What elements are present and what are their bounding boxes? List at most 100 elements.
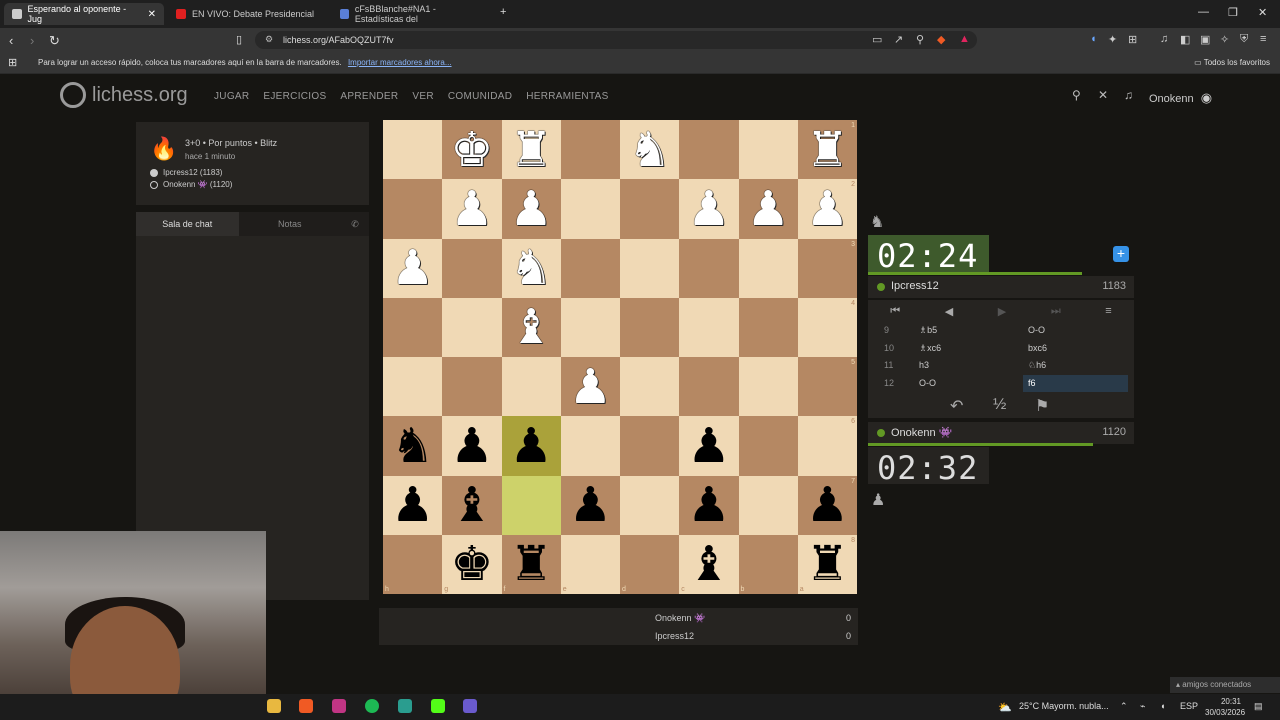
white-rook-icon[interactable]: ♜ [806,126,849,174]
board-square[interactable] [501,357,561,417]
extensions-icon[interactable]: ✦ [1108,33,1117,46]
share-icon[interactable]: ↗ [894,33,903,46]
black-pawn-icon[interactable]: ♟ [806,481,849,529]
black-knight-icon[interactable]: ♞ [391,422,434,470]
board-square[interactable]: e [560,534,620,594]
user-menu[interactable]: Onokenn ◉ [1149,90,1212,106]
white-pawn-icon[interactable]: ♟ [806,185,849,233]
vpn-icon[interactable]: ⛨ [1240,33,1248,46]
url-field[interactable]: ⚙ lichess.org/AFabOQZUT7fv [255,31,977,49]
white-pawn-icon[interactable]: ♟ [450,185,493,233]
board-square[interactable]: 3 [797,238,857,298]
white-pawn-icon[interactable]: ♟ [747,185,790,233]
board-square[interactable] [560,179,620,239]
board-square[interactable] [679,297,739,357]
board-square[interactable]: ♟ 2 [797,179,857,239]
tab-search-icon[interactable]: ⊞ [1128,33,1137,46]
board-square[interactable]: ♟ [679,416,739,476]
board-square[interactable]: d [620,534,680,594]
nav-jugar[interactable]: JUGAR [214,91,249,102]
black-rook-icon[interactable]: ♜ [510,540,553,588]
board-square[interactable] [620,238,680,298]
black-bishop-icon[interactable]: ♝ [450,481,493,529]
takeback-icon[interactable]: ↶ [950,396,963,416]
board-square[interactable]: ♜ 1 [797,120,857,180]
weather-text[interactable]: 25°C Mayorm. nubla... [1019,701,1109,711]
menu-icon[interactable]: ≡ [1260,33,1266,45]
black-move-current[interactable]: f6 [1023,375,1128,392]
prev-move-icon[interactable]: ◀ [945,305,953,318]
board-square[interactable]: 4 [797,297,857,357]
board-square[interactable]: ♚ g [442,534,502,594]
kick-icon[interactable] [431,699,445,713]
browser-tab-2[interactable]: cFsBBlanche#NA1 - Estadísticas del [332,3,492,25]
board-square[interactable] [738,475,798,535]
self-name[interactable]: Onokenn 👾 [891,426,952,439]
white-bishop-icon[interactable]: ♝ [510,303,553,351]
resign-flag-icon[interactable]: ⚑ [1035,396,1049,416]
board-square[interactable] [679,120,739,180]
board-square[interactable] [560,416,620,476]
board-square[interactable]: ♞ [501,238,561,298]
nav-aprender[interactable]: APRENDER [340,91,398,102]
challenge-icon[interactable]: ✕ [1098,88,1108,102]
white-knight-icon[interactable]: ♞ [628,126,671,174]
white-king-icon[interactable]: ♚ [450,126,493,174]
board-square[interactable] [560,120,620,180]
board-square[interactable] [383,179,443,239]
board-square[interactable]: ♟ [442,416,502,476]
browser-tab-1[interactable]: EN VIVO: Debate Presidencial [168,3,328,25]
forward-icon[interactable]: › [30,33,34,48]
nav-herramientas[interactable]: HERRAMIENTAS [526,91,608,102]
board-square[interactable]: h [383,534,443,594]
close-window-icon[interactable]: ✕ [1258,6,1267,19]
board-square[interactable] [620,179,680,239]
search-icon[interactable]: ⚲ [1072,88,1081,102]
board-square[interactable]: 6 [797,416,857,476]
board-square[interactable]: ♜ 8 a [797,534,857,594]
board-square[interactable]: ♟ [738,179,798,239]
file-explorer-icon[interactable] [267,699,281,713]
black-pawn-icon[interactable]: ♟ [687,481,730,529]
board-square[interactable] [560,297,620,357]
last-move-icon[interactable]: ⏭ [1051,305,1061,318]
board-square[interactable]: ♞ [383,416,443,476]
board-square[interactable]: 5 [797,357,857,417]
wallet-icon[interactable]: ▣ [1200,33,1210,46]
black-move[interactable]: O-O [1023,322,1128,339]
board-square[interactable] [442,238,502,298]
lang-indicator[interactable]: ESP [1180,701,1198,711]
board-square[interactable] [620,475,680,535]
white-knight-icon[interactable]: ♞ [510,244,553,292]
board-square[interactable]: ♟ [383,238,443,298]
board-square[interactable]: ♟ [560,475,620,535]
nav-comunidad[interactable]: COMUNIDAD [448,91,512,102]
black-pawn-icon[interactable]: ♟ [687,422,730,470]
board-square[interactable] [620,416,680,476]
black-pawn-icon[interactable]: ♟ [450,422,493,470]
reload-icon[interactable]: ↻ [49,33,60,49]
board-square[interactable]: ♟ [442,179,502,239]
board-square[interactable] [620,297,680,357]
sidebar-icon[interactable]: ◧ [1180,33,1190,46]
first-move-icon[interactable]: ⏮ [890,305,900,318]
board-square[interactable] [738,416,798,476]
white-pawn-icon[interactable]: ♟ [510,185,553,233]
board-square[interactable] [738,357,798,417]
back-icon[interactable]: ‹ [9,33,13,48]
black-move[interactable]: ♘h6 [1023,357,1128,374]
white-pawn-icon[interactable]: ♟ [569,363,612,411]
bookmark-icon[interactable]: ▯ [236,33,242,46]
nav-ejercicios[interactable]: EJERCICIOS [263,91,326,102]
board-square[interactable]: ♜ [501,120,561,180]
nav-ver[interactable]: VER [412,91,433,102]
brave-taskbar-icon[interactable] [299,699,313,713]
white-pawn-icon[interactable]: ♟ [391,244,434,292]
chess-board[interactable]: ♚ ♜ ♞ ♜ 1 ♟ ♟ ♟ ♟ ♟ 2 ♟ ♞ 3 ♝ 4 ♟ 5 ♞ ♟ ♟ ♟ 6 ♟ ♝ ♟ ♟ ♟ 7 h ♚ g ♜ f e d ♝ c b ♜… [383,120,857,594]
board-square[interactable] [383,357,443,417]
tab-close-icon[interactable]: ✕ [148,9,156,20]
board-square[interactable]: ♟ [501,416,561,476]
cast-icon[interactable]: ▭ [872,33,882,46]
notifications-icon[interactable]: ▤ [1254,701,1263,712]
brave-shield-icon[interactable]: ◆ [937,33,945,46]
